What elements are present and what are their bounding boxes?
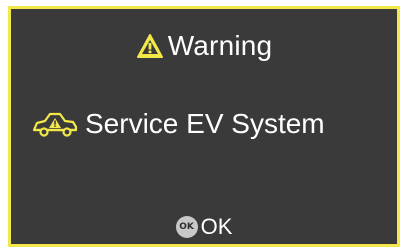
ok-label: OK — [200, 214, 233, 239]
ok-button-icon: OK — [175, 216, 198, 238]
display-frame: Warning Service EV System OK OK — [0, 0, 407, 251]
warning-screen: Warning Service EV System OK OK — [8, 6, 400, 247]
confirm-ok-button[interactable]: OK OK — [11, 214, 397, 240]
warning-message-text: Service EV System — [85, 108, 325, 139]
warning-message: Service EV System — [31, 107, 325, 141]
ev-vehicle-fault-icon — [31, 110, 79, 138]
warning-header: Warning — [11, 29, 397, 63]
warning-triangle-icon — [136, 33, 164, 59]
warning-title: Warning — [167, 30, 273, 61]
